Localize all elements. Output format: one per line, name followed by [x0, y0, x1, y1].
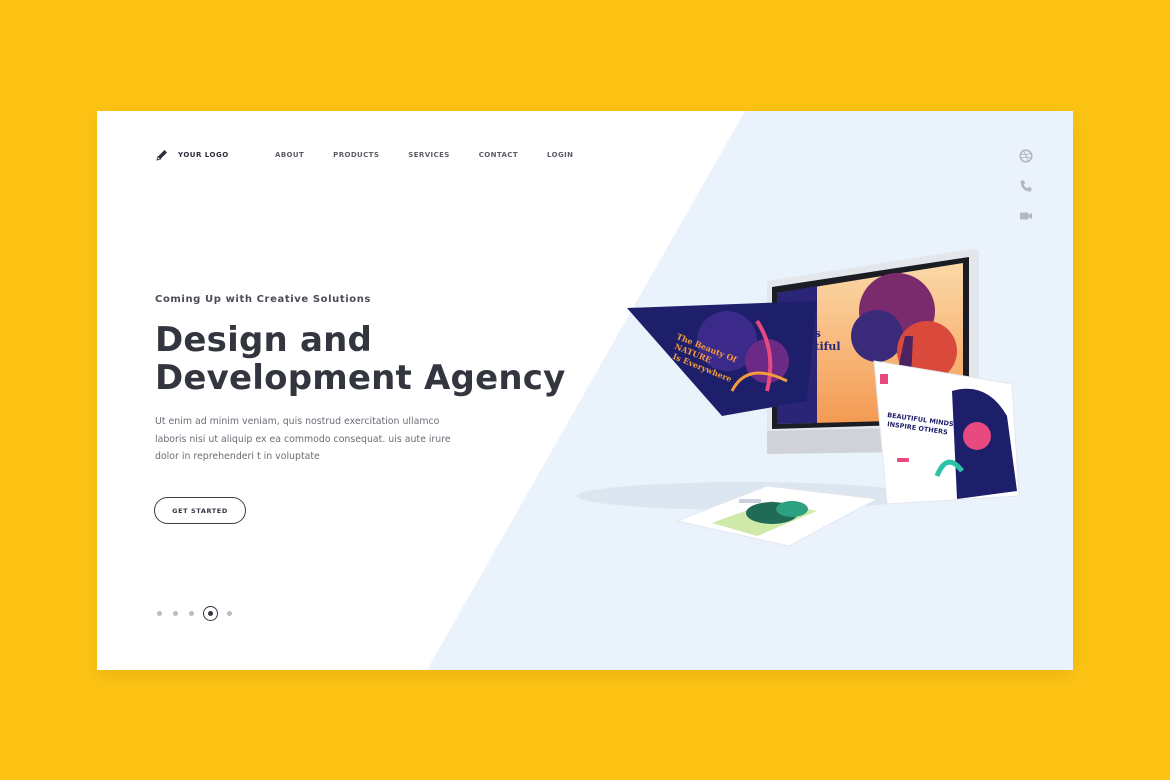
logo[interactable]: YOUR LOGO: [155, 148, 229, 162]
get-started-button[interactable]: GET STARTED: [154, 497, 246, 524]
nav-about[interactable]: ABOUT: [275, 151, 304, 159]
slider-dots: [157, 606, 243, 621]
main-nav: ABOUT PRODUCTS SERVICES CONTACT LOGIN: [275, 151, 573, 159]
slider-dot-1[interactable]: [157, 611, 162, 616]
dribbble-icon[interactable]: [1019, 149, 1033, 163]
slider-dot-2[interactable]: [173, 611, 178, 616]
nav-products[interactable]: PRODUCTS: [333, 151, 379, 159]
headline-line-1: Design and: [155, 320, 373, 360]
floating-screen-left: The Beauty Of NATURE Is Everywhere: [627, 301, 817, 416]
body-line-2: laboris nisi ut aliquip ex ea commodo co…: [155, 433, 451, 445]
body-line-1: Ut enim ad minim veniam, quis nostrud ex…: [155, 416, 440, 427]
logo-text: YOUR LOGO: [178, 151, 229, 159]
hero-eyebrow: Coming Up with Creative Solutions: [155, 294, 371, 305]
hero-headline: Design and Development Agency: [155, 321, 565, 397]
nav-login[interactable]: LOGIN: [547, 151, 573, 159]
device-mockup-illustration: Life is Beautiful The Beauty Of NATURE I…: [577, 249, 1020, 547]
slider-dot-5[interactable]: [227, 611, 232, 616]
social-icons: [1019, 149, 1033, 223]
floating-screen-right: BEAUTIFUL MINDS INSPIRE OTHERS: [873, 360, 1020, 505]
pencil-icon: [156, 150, 167, 161]
landing-card: YOUR LOGO ABOUT PRODUCTS SERVICES CONTAC…: [97, 111, 1073, 670]
body-line-3: dolor in reprehenderi t in voluptate: [155, 451, 320, 462]
phone-icon[interactable]: [1019, 179, 1033, 193]
slider-dot-3[interactable]: [189, 611, 194, 616]
headline-line-2: Development Agency: [155, 358, 566, 398]
nav-services[interactable]: SERVICES: [408, 151, 449, 159]
hero-body-copy: Ut enim ad minim veniam, quis nostrud ex…: [155, 413, 451, 466]
slider-dot-4-active[interactable]: [203, 606, 218, 621]
video-camera-icon[interactable]: [1019, 209, 1033, 223]
nav-contact[interactable]: CONTACT: [479, 151, 518, 159]
